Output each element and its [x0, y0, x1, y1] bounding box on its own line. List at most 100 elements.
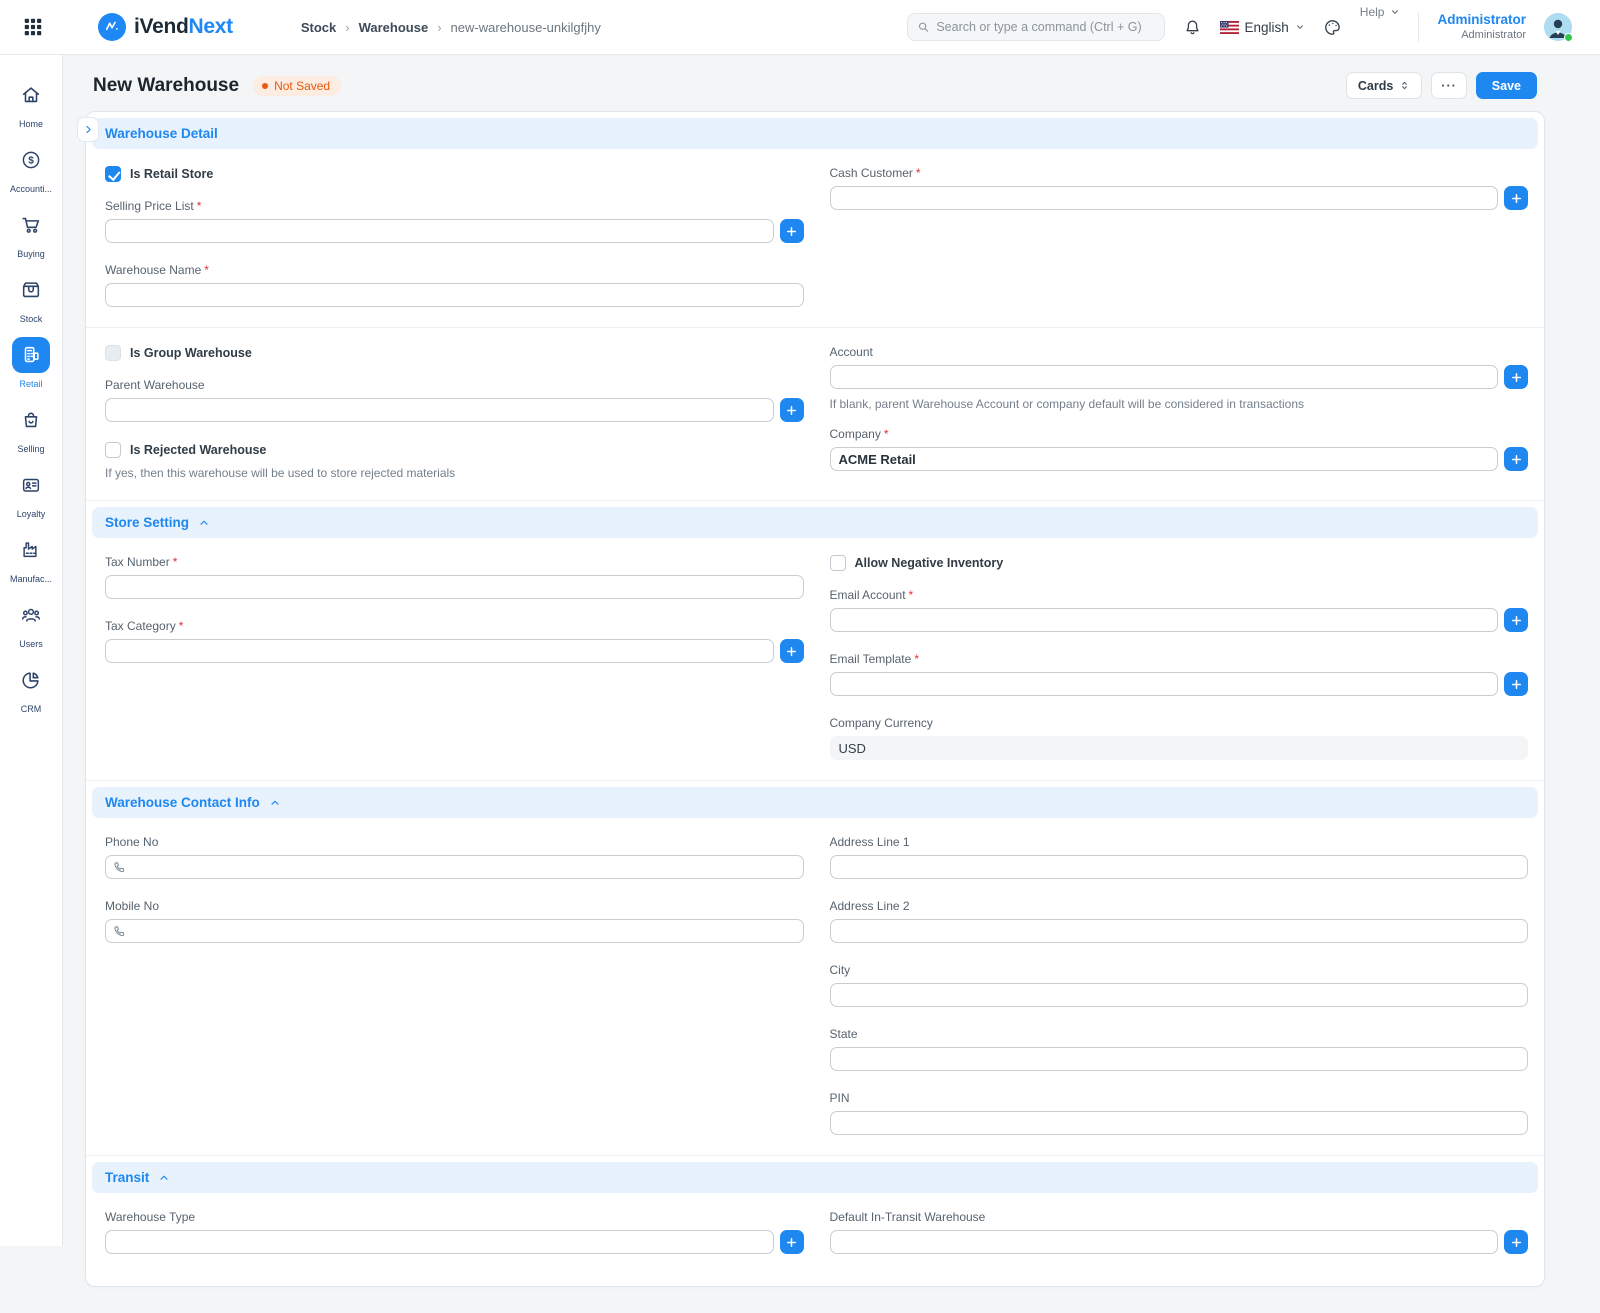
cash-customer-input[interactable]: [830, 186, 1499, 210]
allow-negative-inventory-checkbox[interactable]: Allow Negative Inventory: [830, 555, 1529, 571]
phone-no-input[interactable]: [105, 855, 804, 879]
theme-palette-icon[interactable]: [1323, 18, 1342, 37]
checkbox-icon[interactable]: [105, 166, 121, 182]
brand-logo[interactable]: iVendNext: [98, 13, 233, 41]
add-company-button[interactable]: [1504, 447, 1528, 471]
notifications-bell-icon[interactable]: [1183, 18, 1202, 37]
checkbox-icon[interactable]: [830, 555, 846, 571]
account-field: Account: [830, 345, 1529, 389]
company-currency-field: Company Currency USD: [830, 716, 1529, 760]
tax-number-field: Tax Number*: [105, 555, 804, 599]
address-line-2-input[interactable]: [830, 919, 1529, 943]
plus-icon: [785, 1236, 798, 1249]
mobile-no-input[interactable]: [105, 919, 804, 943]
is-rejected-warehouse-checkbox[interactable]: Is Rejected Warehouse: [105, 442, 804, 458]
is-retail-store-checkbox[interactable]: Is Retail Store: [105, 166, 804, 182]
account-input[interactable]: [830, 365, 1499, 389]
sidebar-item-loyalty[interactable]: Loyalty: [1, 467, 61, 519]
breadcrumb-warehouse[interactable]: Warehouse: [359, 20, 429, 35]
is-group-warehouse-checkbox[interactable]: Is Group Warehouse: [105, 345, 804, 361]
add-email-account-button[interactable]: [1504, 608, 1528, 632]
section-header-warehouse-contact-info[interactable]: Warehouse Contact Info: [92, 787, 1538, 818]
help-menu[interactable]: Help: [1360, 5, 1401, 19]
global-search[interactable]: [907, 13, 1165, 41]
selling-price-list-input[interactable]: [105, 219, 774, 243]
page-header: New Warehouse Not Saved Cards ··· Save: [63, 55, 1600, 111]
add-parent-warehouse-button[interactable]: [780, 398, 804, 422]
breadcrumb: Stock › Warehouse › new-warehouse-unkilg…: [301, 20, 601, 35]
sidebar-item-stock[interactable]: Stock: [1, 272, 61, 324]
mobile-no-field: Mobile No: [105, 899, 804, 943]
breadcrumb-stock[interactable]: Stock: [301, 20, 336, 35]
pin-field: PIN: [830, 1091, 1529, 1135]
online-status-dot: [1564, 33, 1573, 42]
app-grid-icon[interactable]: [20, 14, 46, 40]
header-divider: [1418, 12, 1419, 42]
brand-logo-icon: [98, 13, 126, 41]
section-header-transit[interactable]: Transit: [92, 1162, 1538, 1193]
id-card-icon: [12, 467, 50, 503]
email-account-input[interactable]: [830, 608, 1499, 632]
email-template-input[interactable]: [830, 672, 1499, 696]
tax-category-input[interactable]: [105, 639, 774, 663]
address-line-1-field: Address Line 1: [830, 835, 1529, 879]
home-icon: [12, 77, 50, 113]
default-in-transit-warehouse-input[interactable]: [830, 1230, 1499, 1254]
breadcrumb-separator: ›: [345, 20, 349, 35]
sidebar-nav: Home $ Accounti... Buying Stock Retail S…: [0, 55, 63, 1246]
company-input[interactable]: [830, 447, 1499, 471]
company-currency-value: USD: [830, 736, 1529, 760]
plus-icon: [785, 225, 798, 238]
email-account-field: Email Account*: [830, 588, 1529, 632]
users-icon: [12, 597, 50, 633]
help-label: Help: [1360, 5, 1385, 19]
add-cash-customer-button[interactable]: [1504, 186, 1528, 210]
sidebar-item-users[interactable]: Users: [1, 597, 61, 649]
chevron-right-icon: [83, 124, 94, 135]
pin-input[interactable]: [830, 1111, 1529, 1135]
add-email-template-button[interactable]: [1504, 672, 1528, 696]
plus-icon: [1510, 192, 1523, 205]
account-help: If blank, parent Warehouse Account or co…: [830, 397, 1529, 411]
sidebar-item-crm[interactable]: CRM: [1, 662, 61, 714]
sidebar-item-selling[interactable]: Selling: [1, 402, 61, 454]
city-field: City: [830, 963, 1529, 1007]
sidebar-item-retail[interactable]: Retail: [1, 337, 61, 389]
pie-chart-icon: [12, 662, 50, 698]
sidebar-item-buying[interactable]: Buying: [1, 207, 61, 259]
checkbox-icon[interactable]: [105, 345, 121, 361]
user-avatar[interactable]: [1544, 13, 1572, 41]
phone-no-field: Phone No: [105, 835, 804, 879]
add-default-in-transit-warehouse-button[interactable]: [1504, 1230, 1528, 1254]
add-selling-price-list-button[interactable]: [780, 219, 804, 243]
user-menu[interactable]: Administrator Administrator: [1437, 12, 1526, 43]
collapse-sidebar-toggle[interactable]: [77, 117, 99, 142]
address-line-1-input[interactable]: [830, 855, 1529, 879]
section-header-warehouse-detail[interactable]: Warehouse Detail: [92, 118, 1538, 149]
email-template-field: Email Template*: [830, 652, 1529, 696]
section-divider: [86, 500, 1544, 501]
tax-number-input[interactable]: [105, 575, 804, 599]
save-button[interactable]: Save: [1476, 72, 1537, 99]
add-tax-category-button[interactable]: [780, 639, 804, 663]
section-header-store-setting[interactable]: Store Setting: [92, 507, 1538, 538]
warehouse-name-input[interactable]: [105, 283, 804, 307]
add-warehouse-type-button[interactable]: [780, 1230, 804, 1254]
sidebar-item-accounting[interactable]: $ Accounti...: [1, 142, 61, 194]
cart-icon: [12, 207, 50, 243]
search-input[interactable]: [936, 20, 1154, 34]
sidebar-item-manufacturing[interactable]: Manufac...: [1, 532, 61, 584]
more-options-button[interactable]: ···: [1431, 72, 1467, 99]
sidebar-item-home[interactable]: Home: [1, 77, 61, 129]
warehouse-name-field: Warehouse Name*: [105, 263, 804, 307]
state-input[interactable]: [830, 1047, 1529, 1071]
language-selector[interactable]: English: [1220, 20, 1305, 35]
city-input[interactable]: [830, 983, 1529, 1007]
warehouse-form-card: Warehouse Detail Is Retail Store Selling…: [85, 111, 1545, 1287]
user-name: Administrator: [1437, 12, 1526, 29]
parent-warehouse-input[interactable]: [105, 398, 774, 422]
checkbox-icon[interactable]: [105, 442, 121, 458]
add-account-button[interactable]: [1504, 365, 1528, 389]
cards-view-button[interactable]: Cards: [1346, 72, 1422, 99]
warehouse-type-input[interactable]: [105, 1230, 774, 1254]
